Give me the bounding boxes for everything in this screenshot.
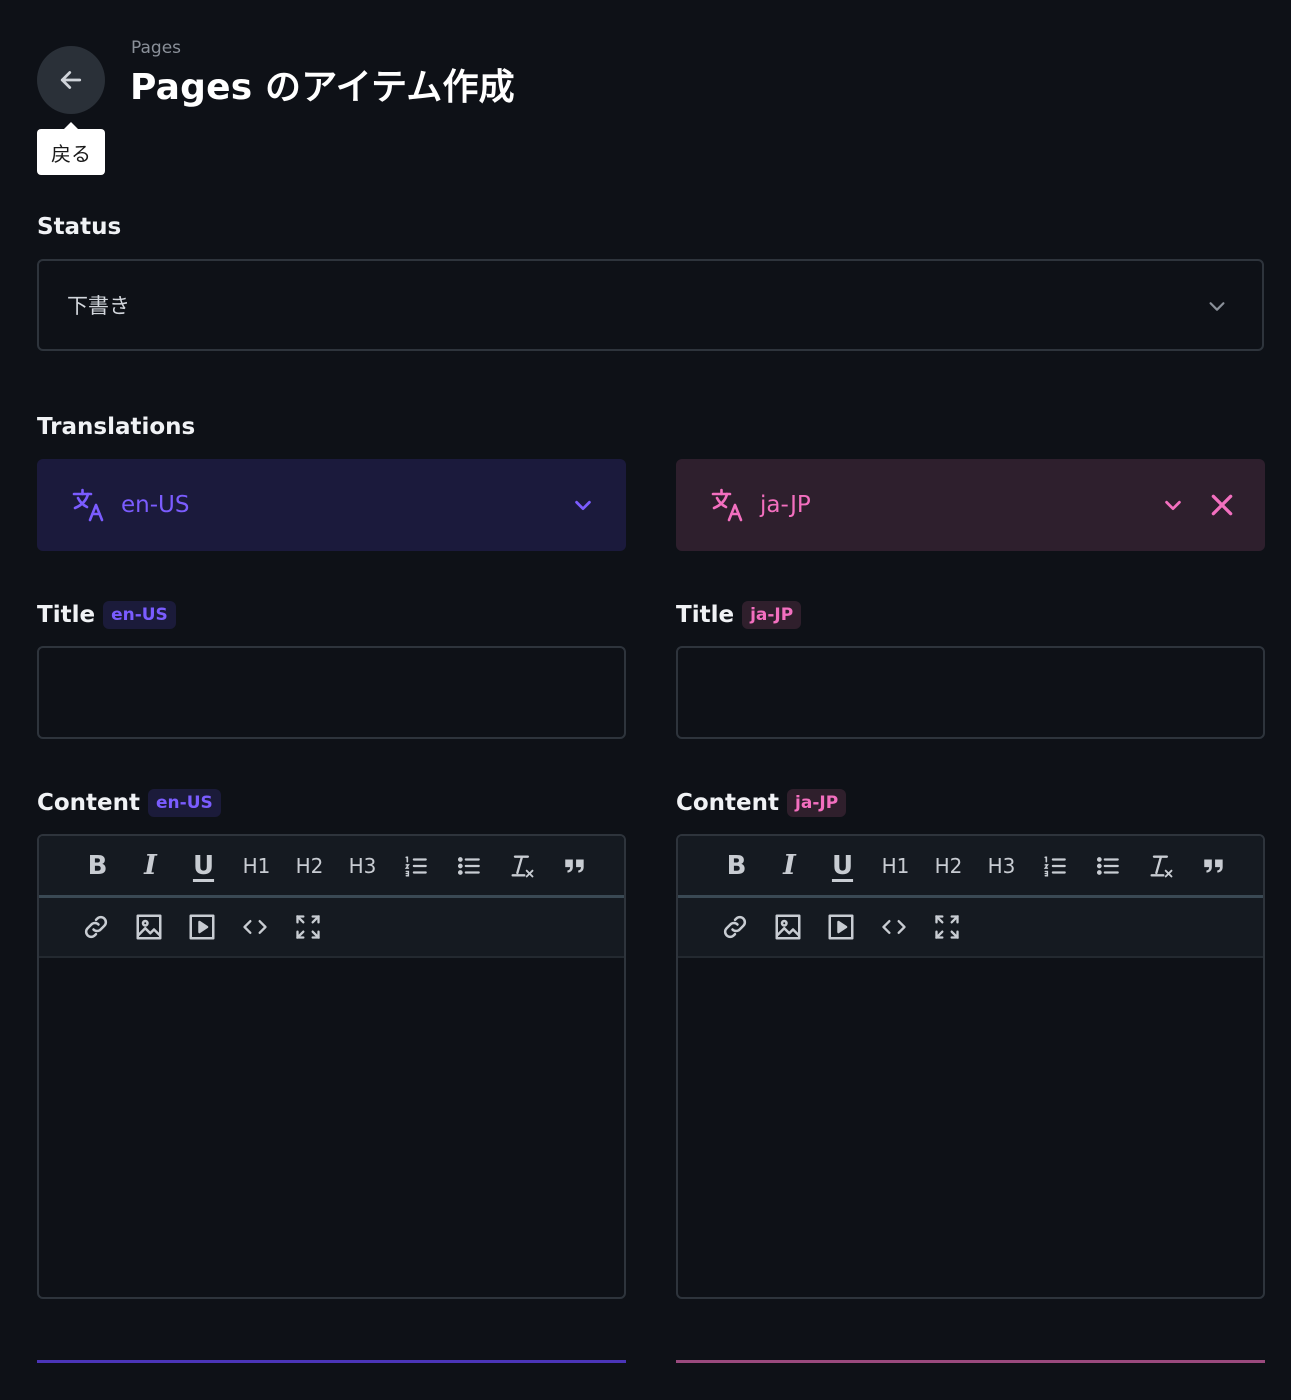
status-value: 下書き bbox=[67, 294, 130, 318]
h2-button[interactable]: H2 bbox=[922, 846, 975, 886]
fullscreen-icon bbox=[295, 914, 320, 939]
image-icon bbox=[775, 914, 800, 939]
ordered-list-button[interactable] bbox=[389, 846, 442, 886]
code-button[interactable] bbox=[867, 907, 920, 947]
image-button[interactable] bbox=[761, 907, 814, 947]
clear-format-button[interactable] bbox=[495, 846, 548, 886]
italic-button[interactable]: I bbox=[124, 846, 177, 886]
video-icon bbox=[828, 914, 853, 939]
title-input-ja[interactable] bbox=[676, 646, 1265, 739]
translation-select-ja-jp[interactable]: ja-JP bbox=[676, 459, 1265, 551]
translate-icon bbox=[710, 487, 746, 523]
h1-button[interactable]: H1 bbox=[230, 846, 283, 886]
back-tooltip: 戻る bbox=[37, 122, 105, 175]
lang-badge-ja: ja-JP bbox=[787, 789, 847, 817]
translation-lang-ja: ja-JP bbox=[760, 492, 811, 518]
status-label-text: Status bbox=[37, 214, 122, 240]
link-button[interactable] bbox=[69, 907, 122, 947]
link-icon bbox=[84, 915, 107, 938]
editor-body[interactable] bbox=[678, 958, 1263, 1297]
bullet-list-icon bbox=[1096, 856, 1119, 875]
status-label: Status bbox=[37, 214, 121, 240]
title-input-en[interactable] bbox=[37, 646, 626, 739]
underline-button[interactable]: U bbox=[816, 846, 869, 886]
content-label-en: Content en-US bbox=[37, 789, 221, 817]
editor-toolbar: B I U H1 H2 H3 bbox=[39, 836, 624, 958]
close-icon[interactable] bbox=[1209, 492, 1235, 518]
ordered-list-icon bbox=[404, 856, 427, 876]
title-label-en: Title en-US bbox=[37, 601, 176, 629]
status-select[interactable]: 下書き bbox=[37, 259, 1264, 351]
fullscreen-icon bbox=[934, 914, 959, 939]
lang-badge-en: en-US bbox=[103, 601, 176, 629]
quote-icon bbox=[564, 859, 584, 872]
underline-button[interactable]: U bbox=[177, 846, 230, 886]
image-icon bbox=[136, 914, 161, 939]
chevron-down-icon bbox=[1209, 302, 1225, 311]
content-editor-en: B I U H1 H2 H3 bbox=[37, 834, 626, 1299]
editor-toolbar: B I U H1 H2 H3 bbox=[678, 836, 1263, 958]
title-label-text: Title bbox=[37, 602, 96, 628]
divider-ja bbox=[676, 1360, 1265, 1363]
fullscreen-button[interactable] bbox=[281, 907, 334, 947]
translations-label-text: Translations bbox=[37, 414, 196, 440]
back-button[interactable] bbox=[37, 46, 105, 114]
bullet-list-button[interactable] bbox=[1081, 846, 1134, 886]
content-label-text: Content bbox=[676, 790, 780, 816]
h3-button[interactable]: H3 bbox=[975, 846, 1028, 886]
chevron-down-icon[interactable] bbox=[1162, 494, 1184, 516]
code-icon bbox=[242, 919, 267, 934]
lang-badge-en: en-US bbox=[148, 789, 221, 817]
quote-icon bbox=[1203, 859, 1223, 872]
content-label-ja: Content ja-JP bbox=[676, 789, 847, 817]
content-label-text: Content bbox=[37, 790, 141, 816]
divider-en bbox=[37, 1360, 626, 1363]
image-button[interactable] bbox=[122, 907, 175, 947]
bullet-list-icon bbox=[457, 856, 480, 875]
ordered-list-icon bbox=[1043, 856, 1066, 876]
bold-button[interactable]: B bbox=[710, 846, 763, 886]
clear-format-icon bbox=[510, 855, 533, 877]
fullscreen-button[interactable] bbox=[920, 907, 973, 947]
video-icon bbox=[189, 914, 214, 939]
chevron-down-icon[interactable] bbox=[572, 494, 594, 516]
h3-button[interactable]: H3 bbox=[336, 846, 389, 886]
title-label-text: Title bbox=[676, 602, 735, 628]
h1-button[interactable]: H1 bbox=[869, 846, 922, 886]
translate-icon bbox=[71, 487, 107, 523]
bold-button[interactable]: B bbox=[71, 846, 124, 886]
clear-format-icon bbox=[1150, 855, 1172, 877]
link-button[interactable] bbox=[708, 907, 761, 947]
blockquote-button[interactable] bbox=[1187, 846, 1240, 886]
link-icon bbox=[723, 915, 746, 938]
blockquote-button[interactable] bbox=[548, 846, 601, 886]
h2-button[interactable]: H2 bbox=[283, 846, 336, 886]
arrow-left-icon bbox=[60, 71, 82, 89]
breadcrumb[interactable]: Pages bbox=[131, 38, 181, 58]
content-editor-ja: B I U H1 H2 H3 bbox=[676, 834, 1265, 1299]
code-icon bbox=[881, 919, 906, 934]
video-button[interactable] bbox=[175, 907, 228, 947]
translation-select-en-us[interactable]: en-US bbox=[37, 459, 626, 551]
page-title: Pages のアイテム作成 bbox=[130, 67, 515, 108]
italic-button[interactable]: I bbox=[763, 846, 816, 886]
bullet-list-button[interactable] bbox=[442, 846, 495, 886]
editor-body[interactable] bbox=[39, 958, 624, 1297]
translation-lang-en: en-US bbox=[121, 492, 190, 518]
translations-label: Translations bbox=[37, 414, 195, 440]
title-label-ja: Title ja-JP bbox=[676, 601, 802, 629]
lang-badge-ja: ja-JP bbox=[742, 601, 802, 629]
clear-format-button[interactable] bbox=[1134, 846, 1187, 886]
ordered-list-button[interactable] bbox=[1028, 846, 1081, 886]
video-button[interactable] bbox=[814, 907, 867, 947]
code-button[interactable] bbox=[228, 907, 281, 947]
